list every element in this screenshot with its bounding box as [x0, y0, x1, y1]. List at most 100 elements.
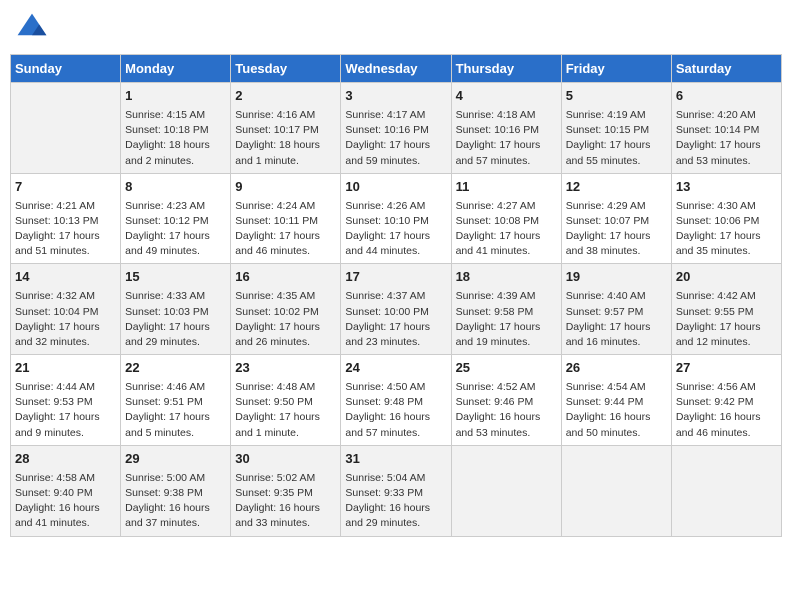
day-info: Sunrise: 4:33 AM Sunset: 10:03 PM Daylig…: [125, 289, 226, 350]
day-info: Sunrise: 4:39 AM Sunset: 9:58 PM Dayligh…: [456, 289, 557, 350]
day-info: Sunrise: 4:29 AM Sunset: 10:07 PM Daylig…: [566, 199, 667, 260]
calendar-week-row: 14 Sunrise: 4:32 AM Sunset: 10:04 PM Dayl…: [11, 264, 782, 355]
day-number: 24: [345, 359, 446, 378]
day-number: 9: [235, 178, 336, 197]
day-number: 7: [15, 178, 116, 197]
day-number: 5: [566, 87, 667, 106]
day-number: 30: [235, 450, 336, 469]
day-number: 4: [456, 87, 557, 106]
day-number: 8: [125, 178, 226, 197]
calendar-cell: 24 Sunrise: 4:50 AM Sunset: 9:48 PM Dayli…: [341, 355, 451, 446]
day-number: 28: [15, 450, 116, 469]
calendar-cell: 11Sunrise: 4:27 AM Sunset: 10:08 PM Dayl…: [451, 173, 561, 264]
day-number: 14: [15, 268, 116, 287]
day-info: Sunrise: 4:58 AM Sunset: 9:40 PM Dayligh…: [15, 471, 116, 532]
day-number: 12: [566, 178, 667, 197]
calendar-cell: 16 Sunrise: 4:35 AM Sunset: 10:02 PM Dayl…: [231, 264, 341, 355]
day-number: 10: [345, 178, 446, 197]
day-number: 1: [125, 87, 226, 106]
day-number: 31: [345, 450, 446, 469]
day-info: Sunrise: 4:30 AM Sunset: 10:06 PM Daylig…: [676, 199, 777, 260]
calendar-cell: 6Sunrise: 4:20 AM Sunset: 10:14 PM Dayli…: [671, 83, 781, 174]
day-info: Sunrise: 4:40 AM Sunset: 9:57 PM Dayligh…: [566, 289, 667, 350]
day-info: Sunrise: 4:21 AM Sunset: 10:13 PM Daylig…: [15, 199, 116, 260]
weekday-header-tuesday: Tuesday: [231, 55, 341, 83]
day-info: Sunrise: 4:35 AM Sunset: 10:02 PM Daylig…: [235, 289, 336, 350]
day-number: 17: [345, 268, 446, 287]
calendar-cell: [561, 445, 671, 536]
day-number: 11: [456, 178, 557, 197]
calendar-week-row: 1 Sunrise: 4:15 AM Sunset: 10:18 PM Dayli…: [11, 83, 782, 174]
logo-icon: [14, 10, 50, 46]
calendar-cell: 18 Sunrise: 4:39 AM Sunset: 9:58 PM Dayli…: [451, 264, 561, 355]
calendar-cell: 17 Sunrise: 4:37 AM Sunset: 10:00 PM Dayl…: [341, 264, 451, 355]
calendar-week-row: 28 Sunrise: 4:58 AM Sunset: 9:40 PM Dayli…: [11, 445, 782, 536]
day-number: 20: [676, 268, 777, 287]
day-number: 21: [15, 359, 116, 378]
calendar-cell: 9 Sunrise: 4:24 AM Sunset: 10:11 PM Dayli…: [231, 173, 341, 264]
day-number: 18: [456, 268, 557, 287]
day-info: Sunrise: 4:32 AM Sunset: 10:04 PM Daylig…: [15, 289, 116, 350]
day-number: 16: [235, 268, 336, 287]
calendar-cell: [451, 445, 561, 536]
logo: [14, 10, 54, 46]
calendar-cell: [11, 83, 121, 174]
day-info: Sunrise: 4:44 AM Sunset: 9:53 PM Dayligh…: [15, 380, 116, 441]
day-number: 23: [235, 359, 336, 378]
day-number: 25: [456, 359, 557, 378]
day-info: Sunrise: 4:52 AM Sunset: 9:46 PM Dayligh…: [456, 380, 557, 441]
calendar-cell: 27 Sunrise: 4:56 AM Sunset: 9:42 PM Dayli…: [671, 355, 781, 446]
calendar-cell: 22 Sunrise: 4:46 AM Sunset: 9:51 PM Dayli…: [121, 355, 231, 446]
day-info: Sunrise: 4:20 AM Sunset: 10:14 PM Daylig…: [676, 108, 777, 169]
calendar-cell: 30Sunrise: 5:02 AM Sunset: 9:35 PM Dayli…: [231, 445, 341, 536]
calendar-header: SundayMondayTuesdayWednesdayThursdayFrid…: [11, 55, 782, 83]
day-info: Sunrise: 4:56 AM Sunset: 9:42 PM Dayligh…: [676, 380, 777, 441]
calendar-week-row: 21 Sunrise: 4:44 AM Sunset: 9:53 PM Dayli…: [11, 355, 782, 446]
day-info: Sunrise: 4:46 AM Sunset: 9:51 PM Dayligh…: [125, 380, 226, 441]
calendar-table: SundayMondayTuesdayWednesdayThursdayFrid…: [10, 54, 782, 537]
page-header: [10, 10, 782, 46]
calendar-week-row: 7 Sunrise: 4:21 AM Sunset: 10:13 PM Dayli…: [11, 173, 782, 264]
day-number: 2: [235, 87, 336, 106]
day-info: Sunrise: 4:16 AM Sunset: 10:17 PM Daylig…: [235, 108, 336, 169]
day-number: 26: [566, 359, 667, 378]
calendar-cell: 26 Sunrise: 4:54 AM Sunset: 9:44 PM Dayli…: [561, 355, 671, 446]
day-number: 15: [125, 268, 226, 287]
weekday-header-monday: Monday: [121, 55, 231, 83]
weekday-header-sunday: Sunday: [11, 55, 121, 83]
calendar-cell: 2 Sunrise: 4:16 AM Sunset: 10:17 PM Dayli…: [231, 83, 341, 174]
day-info: Sunrise: 4:42 AM Sunset: 9:55 PM Dayligh…: [676, 289, 777, 350]
calendar-cell: 25 Sunrise: 4:52 AM Sunset: 9:46 PM Dayli…: [451, 355, 561, 446]
day-number: 3: [345, 87, 446, 106]
calendar-cell: 3 Sunrise: 4:17 AM Sunset: 10:16 PM Dayli…: [341, 83, 451, 174]
day-info: Sunrise: 4:24 AM Sunset: 10:11 PM Daylig…: [235, 199, 336, 260]
day-info: Sunrise: 4:26 AM Sunset: 10:10 PM Daylig…: [345, 199, 446, 260]
calendar-cell: 20 Sunrise: 4:42 AM Sunset: 9:55 PM Dayli…: [671, 264, 781, 355]
weekday-header-saturday: Saturday: [671, 55, 781, 83]
day-info: Sunrise: 4:19 AM Sunset: 10:15 PM Daylig…: [566, 108, 667, 169]
weekday-header-wednesday: Wednesday: [341, 55, 451, 83]
calendar-cell: 21 Sunrise: 4:44 AM Sunset: 9:53 PM Dayli…: [11, 355, 121, 446]
weekday-header-thursday: Thursday: [451, 55, 561, 83]
day-number: 13: [676, 178, 777, 197]
day-info: Sunrise: 4:15 AM Sunset: 10:18 PM Daylig…: [125, 108, 226, 169]
day-number: 22: [125, 359, 226, 378]
day-info: Sunrise: 4:37 AM Sunset: 10:00 PM Daylig…: [345, 289, 446, 350]
day-info: Sunrise: 4:50 AM Sunset: 9:48 PM Dayligh…: [345, 380, 446, 441]
calendar-cell: 14 Sunrise: 4:32 AM Sunset: 10:04 PM Dayl…: [11, 264, 121, 355]
calendar-cell: 12 Sunrise: 4:29 AM Sunset: 10:07 PM Dayl…: [561, 173, 671, 264]
calendar-cell: 7 Sunrise: 4:21 AM Sunset: 10:13 PM Dayli…: [11, 173, 121, 264]
calendar-cell: 4Sunrise: 4:18 AM Sunset: 10:16 PM Dayli…: [451, 83, 561, 174]
calendar-body: 1 Sunrise: 4:15 AM Sunset: 10:18 PM Dayli…: [11, 83, 782, 537]
calendar-cell: 13 Sunrise: 4:30 AM Sunset: 10:06 PM Dayl…: [671, 173, 781, 264]
calendar-cell: 15 Sunrise: 4:33 AM Sunset: 10:03 PM Dayl…: [121, 264, 231, 355]
day-info: Sunrise: 4:48 AM Sunset: 9:50 PM Dayligh…: [235, 380, 336, 441]
day-number: 27: [676, 359, 777, 378]
day-info: Sunrise: 4:54 AM Sunset: 9:44 PM Dayligh…: [566, 380, 667, 441]
day-info: Sunrise: 5:00 AM Sunset: 9:38 PM Dayligh…: [125, 471, 226, 532]
calendar-cell: 29Sunrise: 5:00 AM Sunset: 9:38 PM Dayli…: [121, 445, 231, 536]
day-number: 19: [566, 268, 667, 287]
calendar-cell: 31Sunrise: 5:04 AM Sunset: 9:33 PM Dayli…: [341, 445, 451, 536]
day-info: Sunrise: 4:17 AM Sunset: 10:16 PM Daylig…: [345, 108, 446, 169]
weekday-header-row: SundayMondayTuesdayWednesdayThursdayFrid…: [11, 55, 782, 83]
